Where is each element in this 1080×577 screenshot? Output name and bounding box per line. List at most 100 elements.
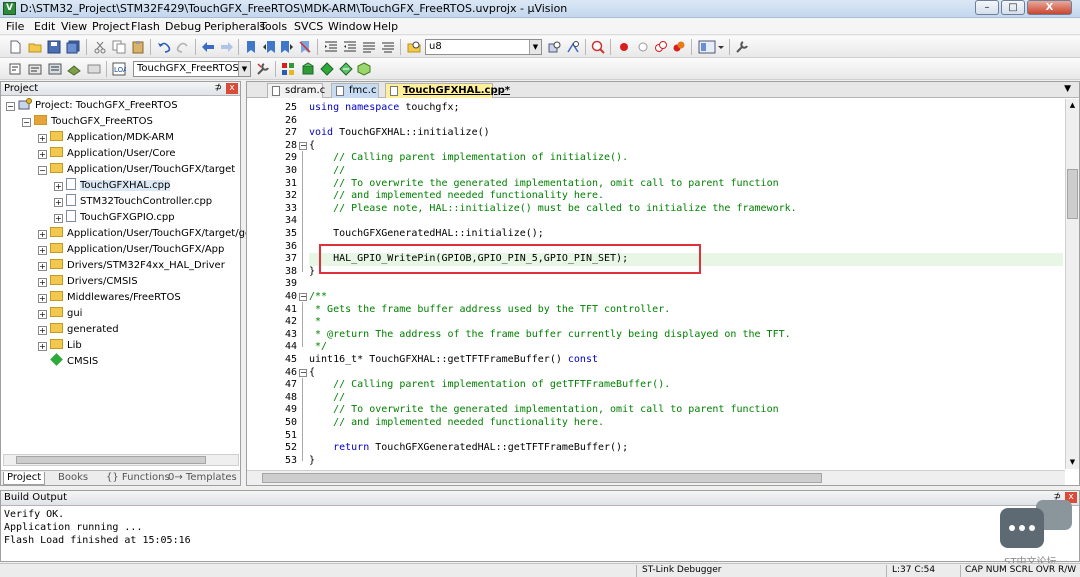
project-horizontal-scrollbar[interactable] [3,454,239,466]
scrollbar-thumb[interactable] [262,473,822,483]
expand-icon[interactable]: + [38,278,47,287]
download-load-icon[interactable]: LOAD [112,62,126,76]
code-line[interactable]: // Calling parent implementation of init… [309,152,1063,165]
tab-project[interactable]: Project [3,472,46,485]
menu-svcs[interactable]: SVCS [294,20,323,33]
code-line[interactable]: { [309,367,1063,380]
menu-peripherals[interactable]: Peripherals [204,20,265,33]
incremental-find-icon[interactable] [566,40,580,54]
enable-breakpoint-icon[interactable] [636,40,650,54]
select-packs-icon[interactable] [301,62,315,76]
fold-toggle-icon[interactable]: − [299,141,307,150]
find-in-files-icon[interactable] [407,40,421,54]
expand-icon[interactable]: + [54,214,63,223]
tree-group[interactable]: − Application/User/TouchGFX/target [38,162,235,177]
unindent-icon[interactable] [343,40,357,54]
expand-icon[interactable]: + [38,150,47,159]
expand-icon[interactable]: + [38,342,47,351]
code-line[interactable]: * @return The address of the frame buffe… [309,329,1063,342]
tab-templates[interactable]: 0→ Templates [165,472,240,485]
undo-icon[interactable] [157,40,171,54]
code-line[interactable]: { [309,140,1063,153]
paste-icon[interactable] [131,40,145,54]
target-select[interactable]: TouchGFX_FreeRTOS ▼ [133,61,251,77]
tree-group[interactable]: + Application/User/TouchGFX/target/gene [38,226,264,241]
target-options-icon[interactable] [256,62,270,76]
tab-touchgfxhal-cpp[interactable]: TouchGFXHAL.cpp* [385,83,510,98]
menu-window[interactable]: Window [328,20,371,33]
expand-icon[interactable]: + [38,326,47,335]
code-line[interactable]: using namespace touchgfx; [309,102,1063,115]
code-line[interactable] [309,115,1063,128]
code-line[interactable]: // [309,165,1063,178]
code-line[interactable]: void TouchGFXHAL::initialize() [309,127,1063,140]
batch-build-icon[interactable] [67,62,81,76]
code-line[interactable]: // Please note, HAL::initialize() must b… [309,203,1063,216]
code-line[interactable]: uint16_t* TouchGFXHAL::getTFTFrameBuffer… [309,354,1063,367]
insert-breakpoint-icon[interactable] [617,40,631,54]
disable-all-breakpoints-icon[interactable] [654,40,668,54]
tree-group[interactable]: + Lib [38,338,82,353]
editor-horizontal-scrollbar[interactable] [247,470,1065,485]
tree-file[interactable]: + STM32TouchController.cpp [54,194,212,209]
save-all-icon[interactable] [66,40,80,54]
expand-icon[interactable]: + [38,230,47,239]
copy-icon[interactable] [112,40,126,54]
tree-component[interactable]: CMSIS [50,353,98,369]
code-line[interactable] [309,278,1063,291]
menu-help[interactable]: Help [373,20,398,33]
manage-project-items-icon[interactable] [281,62,295,76]
open-folder-icon[interactable] [28,40,42,54]
tab-books[interactable]: Books [55,472,91,485]
expand-icon[interactable]: + [38,262,47,271]
code-line[interactable]: */ [309,341,1063,354]
chevron-down-icon[interactable]: ▼ [1064,84,1071,94]
code-line[interactable] [309,215,1063,228]
pin-icon[interactable]: ⊅ [214,82,222,95]
scroll-down-icon[interactable]: ▼ [1066,456,1079,468]
expand-icon[interactable]: + [54,182,63,191]
maximize-button[interactable]: □ [1001,0,1025,15]
build-icon[interactable] [28,62,42,76]
chevron-down-icon[interactable]: ▼ [238,62,250,76]
comment-selection-icon[interactable] [362,40,376,54]
start-debug-icon[interactable] [591,40,605,54]
redo-icon[interactable] [176,40,190,54]
code-line[interactable]: * Gets the frame buffer address used by … [309,304,1063,317]
save-icon[interactable] [47,40,61,54]
tree-group[interactable]: + gui [38,306,82,321]
tree-file-selected[interactable]: + TouchGFXHAL.cpp [54,178,171,193]
menu-debug[interactable]: Debug [165,20,201,33]
tab-fmc-c[interactable]: fmc.c [331,83,379,98]
expand-icon[interactable]: + [38,310,47,319]
code-line[interactable]: TouchGFXGeneratedHAL::initialize(); [309,228,1063,241]
menu-file[interactable]: File [6,20,24,33]
editor-vertical-scrollbar[interactable]: ▲ ▼ [1065,99,1079,469]
code-area[interactable]: using namespace touchgfx; void TouchGFXHA… [309,99,1063,469]
run-time-environment-icon[interactable] [339,62,353,76]
code-line[interactable]: // To overwrite the generated implementa… [309,178,1063,191]
code-line[interactable]: // and implemented needed functionality … [309,190,1063,203]
menu-edit[interactable]: Edit [34,20,55,33]
tree-group[interactable]: + Application/User/TouchGFX/App [38,242,224,257]
tree-group[interactable]: + generated [38,322,119,337]
tree-project-root[interactable]: − Project: TouchGFX_FreeRTOS [6,98,178,113]
tree-file[interactable]: + TouchGFXGPIO.cpp [54,210,175,225]
code-line[interactable]: * [309,316,1063,329]
cut-icon[interactable] [93,40,107,54]
pack-installer-diamond-icon[interactable] [320,62,334,76]
uncomment-selection-icon[interactable] [381,40,395,54]
clear-bookmarks-icon[interactable] [298,40,312,54]
find-icon[interactable] [548,40,562,54]
configure-wrench-icon[interactable] [735,40,749,54]
menu-project[interactable]: Project [92,20,130,33]
tree-group[interactable]: + Application/User/Core [38,146,176,161]
chevron-down-icon[interactable]: ▼ [529,40,541,54]
translate-icon[interactable] [8,62,22,76]
menu-tools[interactable]: Tools [260,20,287,33]
cube-icon[interactable] [357,62,371,76]
close-button[interactable]: X [1027,0,1072,15]
expand-icon[interactable]: + [38,134,47,143]
navigate-back-icon[interactable] [201,40,215,54]
minimize-button[interactable]: – [975,0,999,15]
